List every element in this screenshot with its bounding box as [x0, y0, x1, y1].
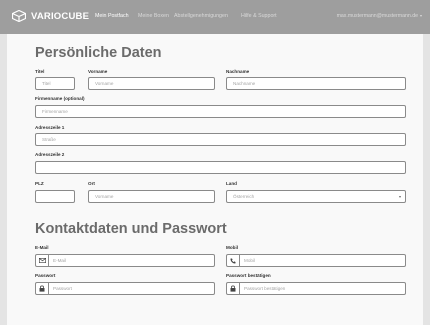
label-plz: PLZ	[35, 181, 44, 186]
brand-name: VARIOCUBE	[31, 10, 90, 22]
chevron-down-icon: ▾	[398, 194, 401, 199]
adresszeile-1-placeholder: Straße	[42, 137, 56, 142]
chevron-down-icon: ▾	[419, 13, 422, 18]
passwort-bestaetigen-placeholder: Passwort bestätigen	[244, 286, 286, 291]
passwort-placeholder: Passwort	[53, 286, 72, 291]
lock-icon	[36, 283, 49, 294]
label-adresszeile-2: Adresszeile 2	[35, 152, 65, 157]
email-placeholder: E-Mail	[53, 258, 67, 263]
nav-meine-boxen[interactable]: Meine Boxen	[138, 13, 169, 19]
ort-input[interactable]: Vorname	[88, 190, 215, 203]
titel-placeholder: Titel	[42, 81, 51, 86]
user-menu[interactable]: max.mustermann@mustermann.de ▾	[337, 13, 422, 19]
nav-mein-postfach[interactable]: Mein Postfach	[95, 13, 129, 19]
firmenname-input[interactable]: Firmenname	[35, 105, 406, 118]
adresszeile-2-input[interactable]	[35, 161, 406, 174]
brand-logo[interactable]: VARIOCUBE	[12, 10, 89, 22]
label-firmenname: Firmenname (optional)	[35, 96, 85, 101]
vorname-placeholder: Vorname	[95, 81, 114, 86]
label-titel: Titel	[35, 69, 45, 74]
user-email: max.mustermann@mustermann.de	[336, 13, 418, 19]
ort-placeholder: Vorname	[95, 194, 114, 199]
nav-abstellgenehmigungen[interactable]: Abstellgenehmigungen	[174, 13, 228, 19]
top-navbar: VARIOCUBE Mein Postfach Meine Boxen Abst…	[0, 0, 430, 34]
label-email: E-Mail	[35, 245, 49, 250]
cube-logo-icon	[12, 10, 26, 22]
nav-hilfe-support[interactable]: Hilfe & Support	[241, 13, 277, 19]
label-vorname: Vorname	[88, 69, 108, 74]
plz-input[interactable]	[35, 190, 75, 203]
nachname-placeholder: Nachname	[233, 81, 256, 86]
envelope-icon	[36, 255, 49, 266]
label-mobil: Mobil	[226, 245, 238, 250]
firmenname-placeholder: Firmenname	[42, 109, 68, 114]
mobil-input[interactable]: Mobil	[226, 254, 406, 267]
passwort-bestaetigen-input[interactable]: Passwort bestätigen	[226, 282, 406, 295]
label-passwort: Passwort	[35, 273, 56, 278]
land-select[interactable]: Österreich ▾	[226, 190, 406, 203]
passwort-input[interactable]: Passwort	[35, 282, 215, 295]
nachname-input[interactable]: Nachname	[226, 77, 406, 90]
adresszeile-1-input[interactable]: Straße	[35, 133, 406, 146]
label-adresszeile-1: Adresszeile 1	[35, 125, 65, 130]
phone-icon	[227, 255, 240, 266]
email-input[interactable]: E-Mail	[35, 254, 215, 267]
section-title-personal: Persönliche Daten	[35, 45, 162, 61]
section-title-contact: Kontaktdaten und Passwort	[35, 221, 227, 237]
land-value: Österreich	[233, 194, 255, 199]
titel-input[interactable]: Titel	[35, 77, 75, 90]
label-land: Land	[226, 181, 237, 186]
label-passwort-bestaetigen: Passwort bestätigen	[226, 273, 271, 278]
label-ort: Ort	[88, 181, 95, 186]
profile-form-card: Persönliche Daten Titel Titel Vorname Vo…	[7, 34, 423, 325]
label-nachname: Nachname	[226, 69, 250, 74]
vorname-input[interactable]: Vorname	[88, 77, 215, 90]
lock-icon	[227, 283, 240, 294]
mobil-placeholder: Mobil	[244, 258, 255, 263]
